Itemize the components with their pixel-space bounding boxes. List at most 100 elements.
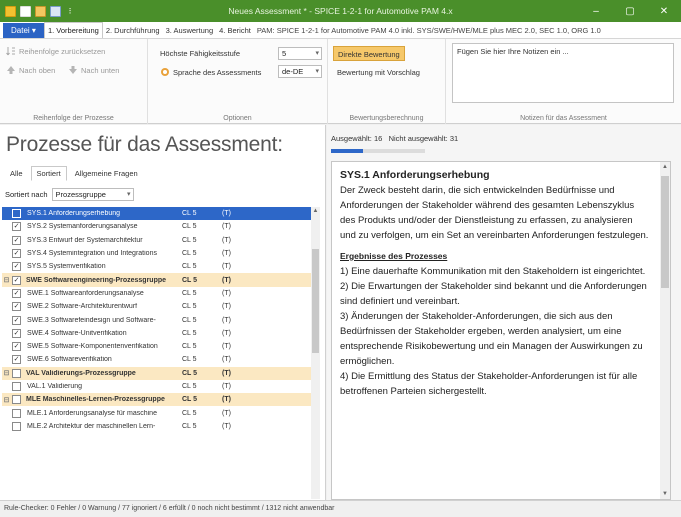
suggested-rating-button[interactable]: Bewertung mit Vorschlag <box>333 65 424 80</box>
expand-icon[interactable]: ⊟ <box>2 369 11 377</box>
tab-bericht[interactable]: 4. Bericht <box>216 23 254 38</box>
process-checkbox[interactable]: ✓ <box>12 328 21 338</box>
process-checkbox[interactable] <box>12 368 21 378</box>
scrollbar-thumb[interactable] <box>312 249 319 353</box>
move-down-button[interactable]: Nach unten <box>68 65 119 75</box>
process-group-row[interactable]: ⊟ VAL Validierungs-Prozessgruppe CL 5 (T) <box>2 366 320 380</box>
process-row[interactable]: ✓ SWE.3 Softwarefeindesign und Software- C… <box>2 313 320 326</box>
customize-toolbar-icon[interactable]: ⁝ <box>65 6 75 17</box>
tab-durchfuehrung[interactable]: 2. Durchführung <box>103 23 163 38</box>
capability-level: CL 5 <box>182 356 197 364</box>
sort-value: Prozessgruppe <box>55 190 106 199</box>
pam-info: PAM: SPICE 1-2-1 for Automotive PAM 4.0 … <box>256 25 601 35</box>
process-name: SWE.2 Software-Architekturentwurf <box>27 303 138 311</box>
description-scrollbar[interactable]: ▲ ▼ <box>660 162 670 499</box>
process-checkbox[interactable]: ✓ <box>12 315 21 325</box>
process-checkbox[interactable]: ✓ <box>12 355 21 365</box>
scroll-down-icon[interactable]: ▼ <box>660 491 670 497</box>
process-type: (T) <box>222 316 231 324</box>
process-checkbox[interactable] <box>12 395 21 405</box>
capability-level: CL 5 <box>182 250 197 258</box>
process-name: SWE.1 Softwareanforderungsanalyse <box>27 289 144 297</box>
scrollbar-thumb[interactable] <box>661 176 669 288</box>
process-name: VAL.1 Validierung <box>27 383 82 390</box>
process-row[interactable]: ✓ SWE.5 Software-Komponentenverifikation C… <box>2 340 320 353</box>
maximize-button[interactable]: ▢ <box>613 0 647 22</box>
open-folder-icon[interactable] <box>35 5 46 17</box>
process-row[interactable]: ✓ SYS.3 Entwurf der Systemarchitektur CL 5… <box>2 234 320 247</box>
process-row[interactable]: ✓ SWE.1 Softwareanforderungsanalyse CL 5 (T… <box>2 287 320 300</box>
process-row[interactable]: ✓ SWE.6 Softwareverifikation CL 5 (T) <box>2 353 320 366</box>
process-type: (T) <box>222 289 231 297</box>
max-level-select[interactable]: 5 ▾ <box>278 47 322 60</box>
process-detail-pane: Ausgewählt: 16 Nicht ausgewählt: 31 SYS.… <box>327 125 681 500</box>
ribbon-tab-row: Datei ▾ 1. Vorbereitung 2. Durchführung … <box>0 22 681 39</box>
sort-select[interactable]: Prozessgruppe ▾ <box>51 188 134 201</box>
process-checkbox[interactable] <box>12 408 21 418</box>
language-label: Sprache des Assessments <box>173 67 262 77</box>
ribbon: Reihenfolge zurücksetzen Nach oben Nach … <box>0 39 681 124</box>
tab-allgemeine-fragen[interactable]: Allgemeine Fragen <box>69 166 144 181</box>
process-group-row[interactable]: ⊟ ✓ SWE Softwareengineering-Prozessgruppe C… <box>2 273 320 287</box>
selection-progress-bar <box>331 149 425 153</box>
process-name: SYS.4 Systemintegration und Integrations <box>27 250 157 258</box>
tab-auswertung[interactable]: 3. Auswertung <box>163 23 217 38</box>
tab-sortiert[interactable]: Sortiert <box>30 166 67 181</box>
capability-level: CL 5 <box>182 303 197 311</box>
process-type: (T) <box>222 343 231 351</box>
process-checkbox[interactable] <box>12 382 21 391</box>
notes-input[interactable]: Fügen Sie hier Ihre Notizen ein ... <box>452 43 674 103</box>
process-checkbox[interactable]: ✓ <box>12 342 21 352</box>
process-checkbox[interactable]: ✓ <box>12 262 21 272</box>
process-row[interactable]: ✓ SYS.4 Systemintegration und Integration… <box>2 247 320 260</box>
sort-reset-icon <box>6 47 15 56</box>
minimize-button[interactable]: – <box>579 0 613 22</box>
capability-level: CL 5 <box>182 396 198 404</box>
chevron-down-icon: ▾ <box>315 68 319 75</box>
process-checkbox[interactable] <box>12 209 21 219</box>
process-row[interactable]: SYS.1 Anforderungserhebung CL 5 (T) <box>2 207 320 221</box>
process-checkbox[interactable]: ✓ <box>12 222 21 232</box>
process-checkbox[interactable]: ✓ <box>12 288 21 298</box>
process-type: (T) <box>222 276 231 284</box>
process-row[interactable]: ✓ SWE.2 Software-Architekturentwurf CL 5 (T… <box>2 300 320 313</box>
close-button[interactable]: ✕ <box>647 0 681 22</box>
expand-icon[interactable]: ⊟ <box>2 276 11 284</box>
process-row[interactable]: MLE.2 Architektur der maschinellen Lern-… <box>2 420 320 433</box>
process-type: (T) <box>222 303 231 311</box>
max-level-value: 5 <box>282 49 287 58</box>
process-name: MLE.1 Anforderungsanalyse für maschine <box>27 409 157 417</box>
scroll-up-icon[interactable]: ▲ <box>660 164 670 170</box>
process-row[interactable]: ✓ SYS.5 Systemverifikation CL 5 (T) <box>2 260 320 273</box>
process-row[interactable]: ✓ SWE.4 Software-Unitverifikation CL 5 (T) <box>2 327 320 340</box>
process-checkbox[interactable]: ✓ <box>12 302 21 312</box>
process-group-row[interactable]: ⊟ MLE Maschinelles-Lernen-Prozessgruppe CL… <box>2 393 320 407</box>
process-checkbox[interactable]: ✓ <box>12 235 21 245</box>
expand-icon[interactable]: ⊟ <box>2 396 11 404</box>
capability-level: CL 5 <box>182 383 197 390</box>
move-up-button[interactable]: Nach oben <box>6 65 55 75</box>
new-document-icon[interactable] <box>20 5 31 17</box>
reset-order-button[interactable]: Reihenfolge zurücksetzen <box>6 46 105 56</box>
process-list-scrollbar[interactable]: ▲ <box>311 207 320 499</box>
tab-vorbereitung[interactable]: 1. Vorbereitung <box>43 22 103 38</box>
scroll-up-icon[interactable]: ▲ <box>311 208 320 214</box>
process-row[interactable]: MLE.1 Anforderungsanalyse für maschine CL… <box>2 406 320 419</box>
process-name: SWE.6 Softwareverifikation <box>27 356 112 364</box>
save-icon[interactable] <box>50 5 61 17</box>
ribbon-group-label: Bewertungsberechnung <box>349 115 424 122</box>
process-checkbox[interactable]: ✓ <box>12 249 21 259</box>
language-select[interactable]: de-DE ▾ <box>278 65 322 78</box>
process-row[interactable]: VAL.1 Validierung CL 5 (T) <box>2 380 320 393</box>
process-checkbox[interactable] <box>12 421 21 431</box>
process-checkbox[interactable]: ✓ <box>12 275 21 285</box>
capability-level: CL 5 <box>182 343 197 351</box>
process-description: SYS.1 Anforderungserhebung Der Zweck bes… <box>331 161 671 500</box>
process-type: (T) <box>222 223 231 231</box>
capability-level: CL 5 <box>182 316 197 324</box>
file-menu-tab[interactable]: Datei ▾ <box>3 22 44 38</box>
process-name: SYS.1 Anforderungserhebung <box>27 210 121 218</box>
tab-alle[interactable]: Alle <box>4 166 29 181</box>
process-row[interactable]: ✓ SYS.2 Systemanforderungsanalyse CL 5 (T) <box>2 220 320 233</box>
direct-rating-button[interactable]: Direkte Bewertung <box>333 46 405 61</box>
